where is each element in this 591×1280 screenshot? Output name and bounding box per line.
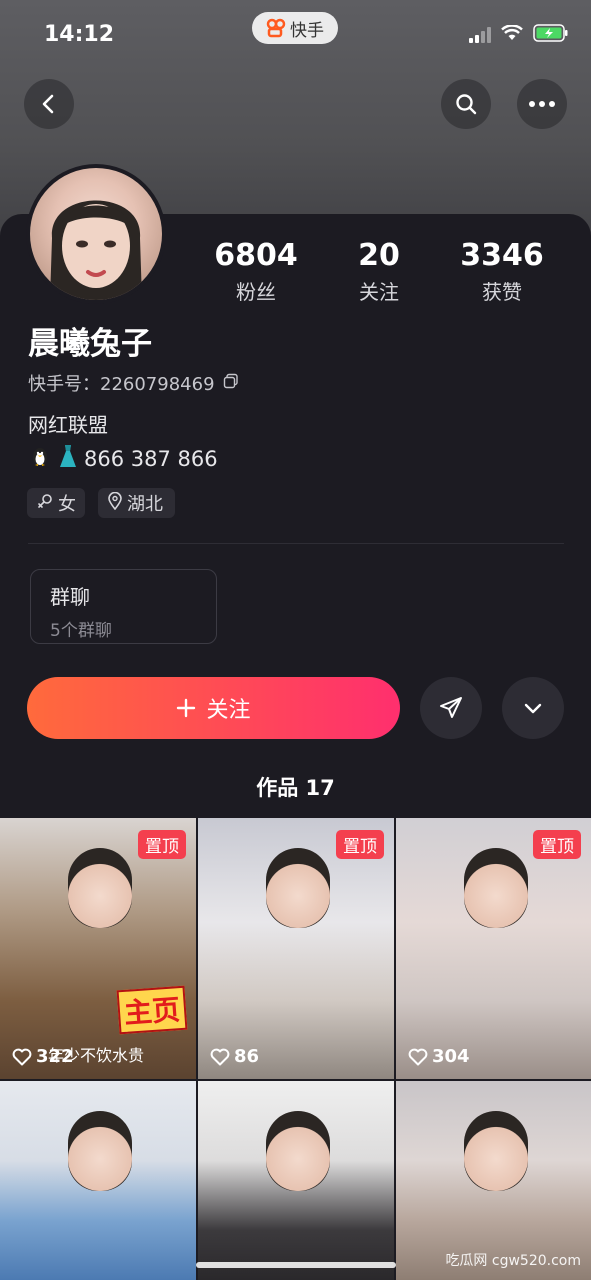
search-icon [456, 94, 477, 115]
send-message-button[interactable] [420, 677, 482, 739]
home-indicator[interactable] [196, 1262, 396, 1268]
bio-line-2: 866 387 866 [28, 443, 218, 474]
avatar-image [30, 168, 162, 300]
stat-following[interactable]: 20 关注 [309, 238, 449, 305]
work-tile[interactable]: 置顶 304 [396, 818, 591, 1079]
video-thumbnail [68, 848, 132, 928]
chevron-down-icon [524, 703, 542, 714]
bio-contact-number: 866 387 866 [84, 446, 218, 471]
like-count-value: 322 [36, 1046, 74, 1067]
video-thumbnail [266, 848, 330, 928]
avatar[interactable] [26, 164, 166, 304]
wifi-icon [501, 24, 523, 45]
battery-icon [533, 24, 569, 46]
stat-value: 20 [358, 238, 400, 273]
section-divider [28, 543, 564, 544]
video-thumbnail [266, 1111, 330, 1191]
penguin-icon [28, 444, 52, 473]
copy-icon[interactable] [223, 373, 239, 394]
pinned-badge: 置顶 [336, 830, 384, 859]
back-button[interactable] [24, 79, 74, 129]
watermark: 吃瓜网 cgw520.com [445, 1253, 581, 1269]
stat-likes[interactable]: 3346 获赞 [432, 238, 572, 305]
stat-value: 3346 [460, 238, 544, 273]
plus-icon [177, 698, 196, 718]
stat-label: 获赞 [482, 280, 522, 304]
video-thumbnail [464, 848, 528, 928]
location-text: 湖北 [127, 494, 163, 515]
dress-icon [56, 443, 80, 474]
kuaishou-id-row: 快手号：2260798469 [28, 370, 239, 396]
like-count: 322 [12, 1046, 74, 1067]
pinned-badge: 置顶 [533, 830, 581, 859]
kuaishou-id-label: 快手号： [28, 374, 100, 395]
location-tag: 湖北 [98, 488, 175, 518]
tab-works[interactable]: 作品 17 [0, 772, 591, 802]
group-chat-card[interactable]: 群聊 5个群聊 [30, 569, 217, 644]
heart-icon [408, 1048, 428, 1065]
follow-label: 关注 [206, 698, 251, 723]
stat-value: 6804 [214, 238, 298, 273]
like-count: 304 [408, 1046, 470, 1067]
stat-label: 关注 [359, 280, 399, 304]
work-tile[interactable] [0, 1081, 196, 1280]
like-count: 86 [210, 1046, 259, 1067]
work-tile[interactable] [198, 1081, 394, 1280]
send-arrow-icon [440, 697, 462, 718]
thumbnail-sticker: 主页 [116, 985, 188, 1035]
gender-text: 女 [58, 494, 76, 515]
chevron-left-icon [42, 94, 54, 114]
video-thumbnail [464, 1111, 528, 1191]
group-chat-subtitle: 5个群聊 [50, 621, 112, 641]
location-pin-icon [108, 491, 122, 515]
stat-label: 粉丝 [236, 280, 276, 304]
stat-fans[interactable]: 6804 粉丝 [186, 238, 326, 305]
more-button[interactable] [517, 79, 567, 129]
follow-button[interactable]: 关注 [27, 677, 400, 739]
video-thumbnail [68, 1111, 132, 1191]
expand-recommendations-button[interactable] [502, 677, 564, 739]
group-chat-title: 群聊 [50, 585, 90, 609]
heart-icon [210, 1048, 230, 1065]
status-icons [469, 24, 569, 46]
more-dots-icon [529, 101, 555, 107]
search-button[interactable] [441, 79, 491, 129]
pinned-badge: 置顶 [138, 830, 186, 859]
female-gender-icon [37, 493, 53, 514]
kuaishou-logo-icon [266, 18, 286, 38]
like-count-value: 304 [432, 1046, 470, 1067]
app-name: 快手 [290, 20, 324, 41]
gender-tag: 女 [27, 488, 85, 518]
status-bar: 14:12 快手 [0, 0, 591, 70]
bio-line-1: 网红联盟 [28, 413, 108, 437]
status-time: 14:12 [44, 22, 115, 47]
app-badge: 快手 [252, 12, 338, 44]
work-tile[interactable]: 置顶 主页 年少不饮水贵 322 [0, 818, 196, 1079]
heart-icon [12, 1048, 32, 1065]
cellular-signal-icon [469, 27, 491, 43]
profile-name: 晨曦兔子 [28, 326, 152, 362]
kuaishou-id-value: 2260798469 [100, 374, 215, 395]
like-count-value: 86 [234, 1046, 260, 1067]
work-tile[interactable]: 置顶 86 [198, 818, 394, 1079]
